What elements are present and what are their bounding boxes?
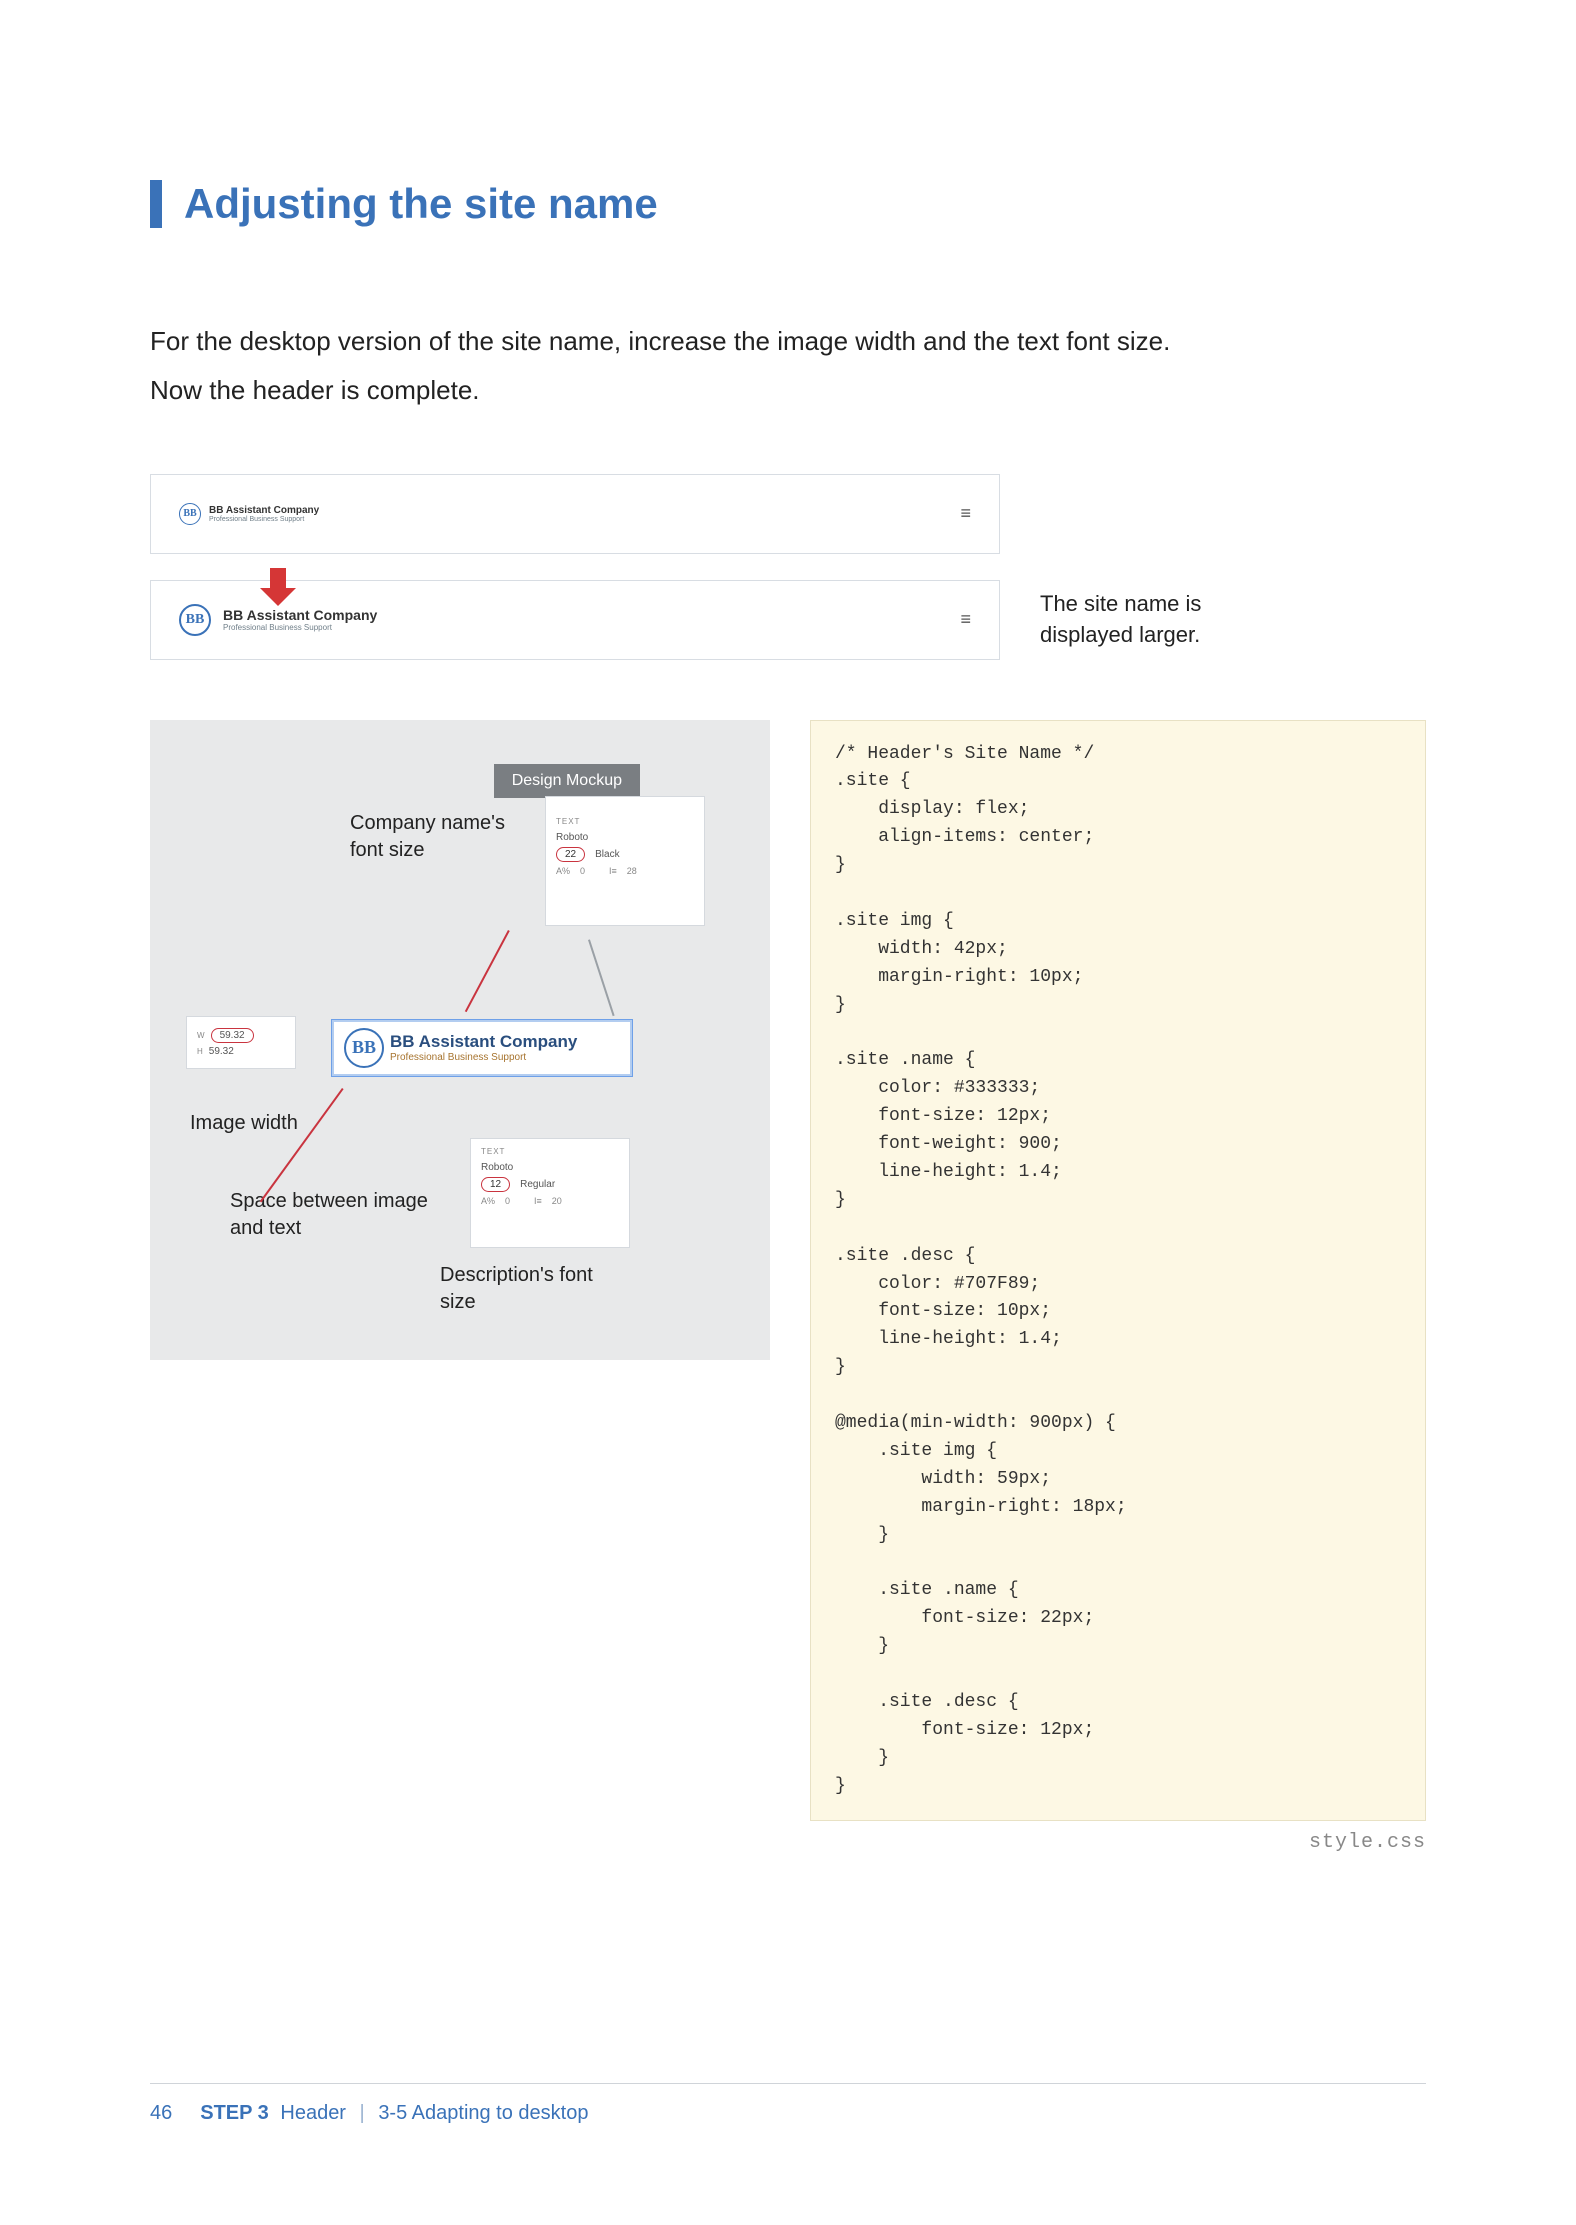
- title-accent-bar: [150, 180, 162, 228]
- width-value: 59.32: [211, 1028, 254, 1043]
- intro-line-2: Now the header is complete.: [150, 367, 1426, 414]
- hamburger-icon: ≡: [960, 503, 971, 524]
- dimension-panel: W 59.32 H 59.32: [186, 1016, 296, 1069]
- line-height-value: 20: [552, 1196, 562, 1206]
- footer-section: Header: [280, 2102, 346, 2124]
- logo-text: BB: [186, 612, 205, 628]
- code-block: /* Header's Site Name */ .site { display…: [810, 720, 1426, 1822]
- w-label: W: [197, 1031, 205, 1040]
- line-height-value: 28: [627, 866, 637, 876]
- font-weight-value: Regular: [520, 1179, 555, 1190]
- line-height-icon: I≡: [534, 1196, 542, 1206]
- intro-line-1: For the desktop version of the site name…: [150, 318, 1426, 365]
- line-height-icon: I≡: [609, 866, 617, 876]
- label-image-width: Image width: [190, 1110, 298, 1137]
- letter-spacing-value: 0: [505, 1196, 510, 1206]
- logo-text: BB: [183, 508, 196, 519]
- code-filename: style.css: [810, 1831, 1426, 1854]
- title-text: Adjusting the site name: [184, 180, 658, 228]
- section-title: Adjusting the site name: [150, 180, 1426, 228]
- design-mockup-panel: Design Mockup Company name's font size I…: [150, 720, 770, 1360]
- company-name-large: BB Assistant Company: [223, 607, 377, 623]
- logo-text: BB: [352, 1037, 376, 1058]
- footer-separator: |: [360, 2102, 365, 2124]
- text-panel-bottom: TEXT Roboto 12 Regular A% 0 I≡ 20: [470, 1138, 630, 1248]
- company-name-small: BB Assistant Company: [209, 505, 319, 516]
- label-company-fontsize: Company name's font size: [350, 810, 530, 864]
- mockup-tab: Design Mockup: [494, 764, 640, 798]
- label-desc-fontsize: Description's font size: [440, 1262, 600, 1316]
- font-size-value: 12: [481, 1177, 510, 1192]
- text-panel-top: TEXT Roboto 22 Black A% 0 I≡ 28: [545, 796, 705, 926]
- font-weight-value: Black: [595, 849, 619, 860]
- panel-header: TEXT: [481, 1147, 619, 1156]
- logo-icon: BB: [179, 503, 201, 525]
- company-desc-large: Professional Business Support: [223, 623, 377, 632]
- logo-icon: BB: [344, 1028, 384, 1068]
- page-footer: 46 STEP 3 Header | 3-5 Adapting to deskt…: [150, 2083, 1426, 2125]
- letter-spacing-value: 0: [580, 866, 585, 876]
- company-desc-mockup: Professional Business Support: [390, 1052, 577, 1063]
- h-label: H: [197, 1047, 203, 1056]
- side-note: The site name is displayed larger.: [1040, 589, 1260, 651]
- height-value: 59.32: [209, 1046, 234, 1057]
- selected-logo-block: BB BB Assistant Company Professional Bus…: [332, 1020, 632, 1076]
- hamburger-icon: ≡: [960, 609, 971, 630]
- page-number: 46: [150, 2102, 172, 2125]
- header-preview-before: BB BB Assistant Company Professional Bus…: [150, 474, 1000, 554]
- label-space-between: Space between image and text: [230, 1188, 430, 1242]
- logo-icon: BB: [179, 604, 211, 636]
- panel-font-family: Roboto: [556, 832, 588, 843]
- callout-line: [588, 939, 614, 1016]
- company-desc-small: Professional Business Support: [209, 516, 319, 523]
- footer-subsection: 3-5 Adapting to desktop: [378, 2102, 588, 2124]
- letter-spacing-icon: A%: [556, 866, 570, 876]
- font-size-value: 22: [556, 847, 585, 862]
- letter-spacing-icon: A%: [481, 1196, 495, 1206]
- intro-paragraph: For the desktop version of the site name…: [150, 318, 1426, 414]
- panel-font-family: Roboto: [481, 1162, 513, 1173]
- panel-header: TEXT: [556, 817, 694, 826]
- company-name-mockup: BB Assistant Company: [390, 1032, 577, 1052]
- footer-step: STEP 3: [200, 2102, 269, 2124]
- callout-line: [465, 930, 510, 1012]
- callout-line: [260, 1088, 344, 1202]
